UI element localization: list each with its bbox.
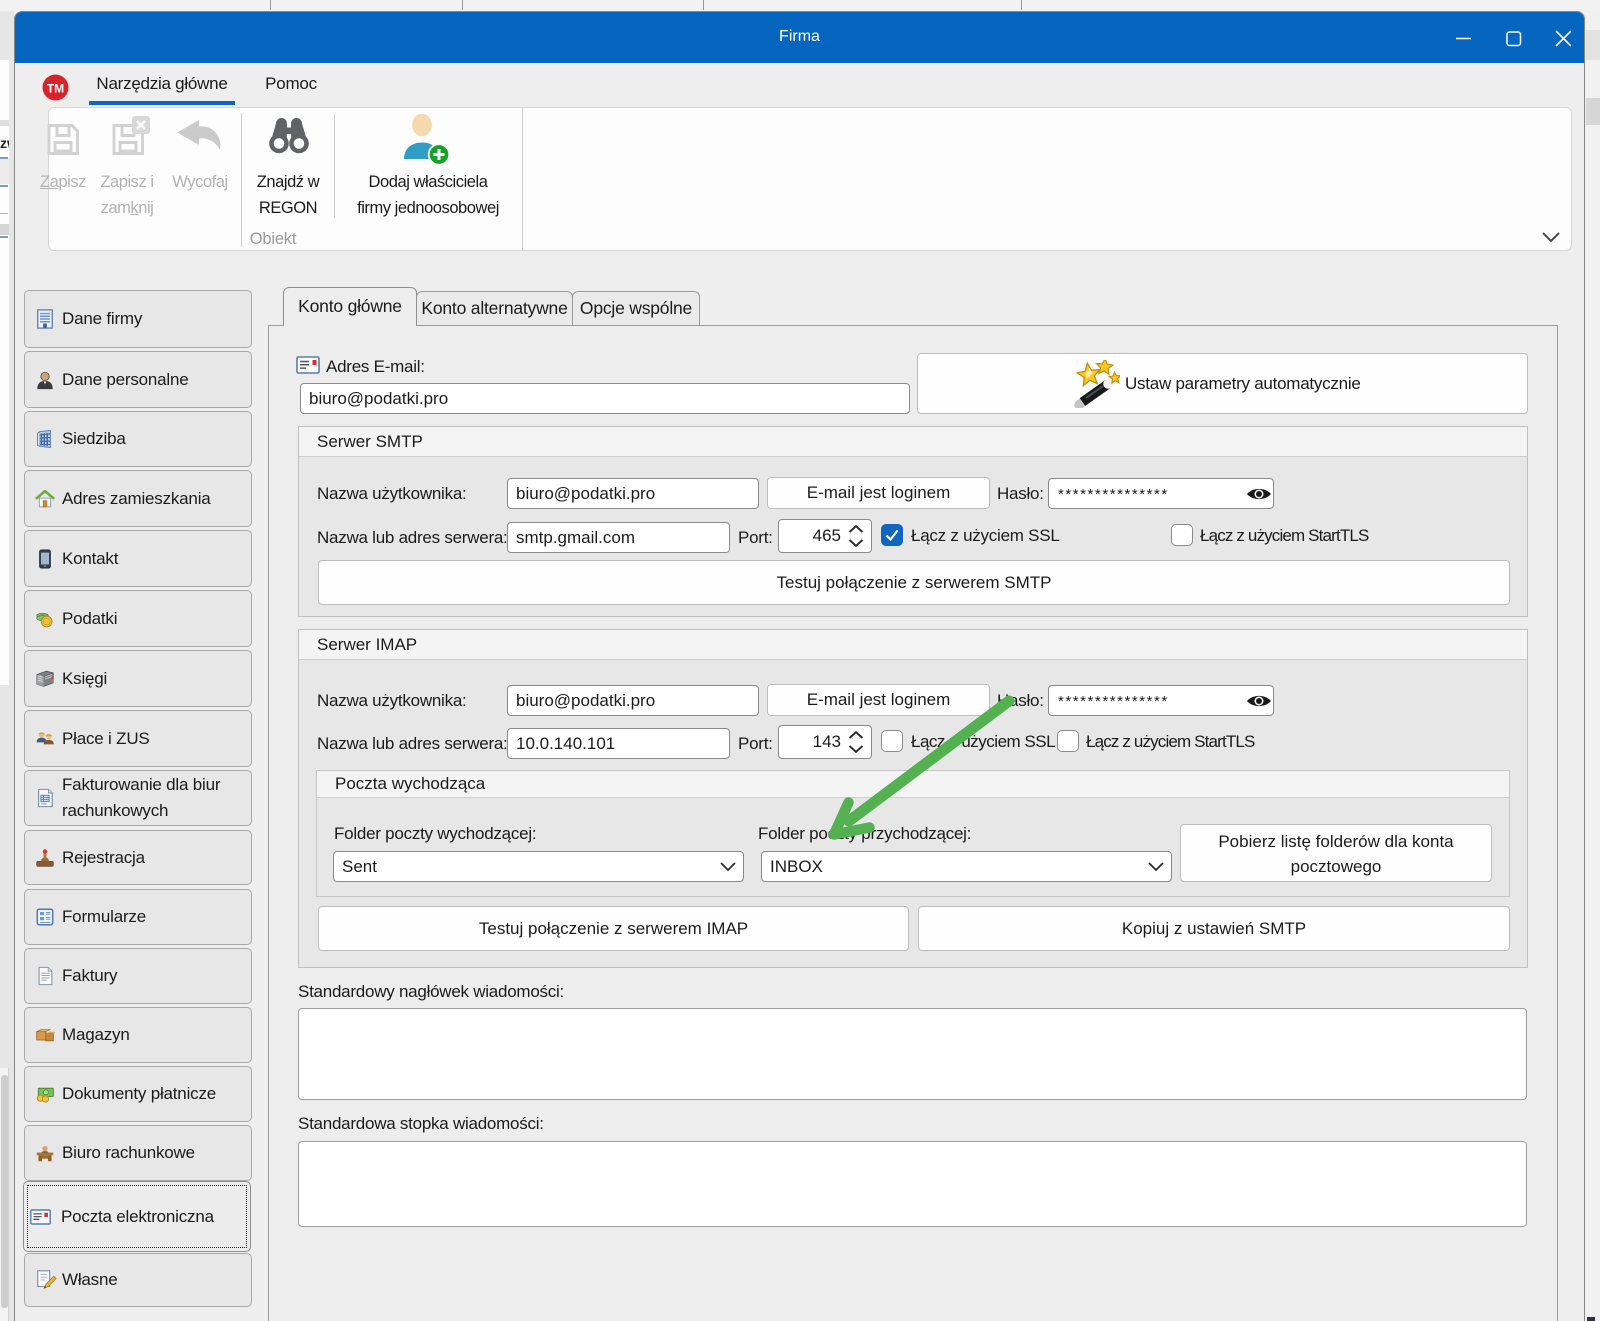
svg-text:TM: TM bbox=[47, 81, 64, 95]
